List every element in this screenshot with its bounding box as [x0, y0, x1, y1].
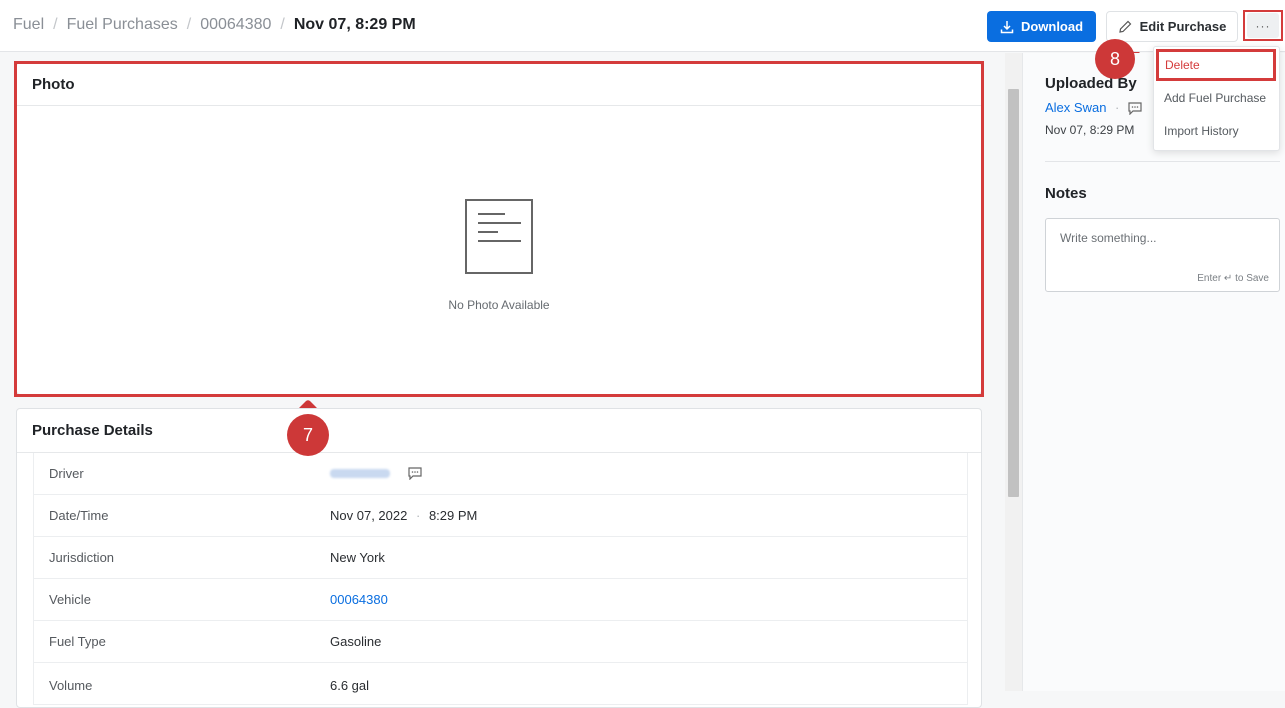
step-marker-7: 7 [287, 414, 329, 456]
no-photo-text: No Photo Available [448, 298, 550, 312]
download-button[interactable]: Download [987, 11, 1096, 42]
menu-item-import-history[interactable]: Import History [1164, 124, 1239, 138]
breadcrumb-fuel-purchases[interactable]: Fuel Purchases [67, 16, 178, 34]
uploader-link[interactable]: Alex Swan [1045, 100, 1106, 115]
detail-label: Fuel Type [49, 634, 106, 649]
notes-input[interactable]: Write something... Enter ↵ to Save [1045, 218, 1280, 292]
detail-row-volume: Volume 6.6 gal [33, 663, 968, 705]
detail-row-datetime: Date/Time Nov 07, 2022 · 8:29 PM [33, 495, 968, 537]
download-label: Download [1020, 19, 1084, 34]
download-icon [1000, 20, 1014, 33]
breadcrumb-separator: / [280, 16, 285, 33]
breadcrumb-vehicle-id[interactable]: 00064380 [200, 16, 271, 34]
message-icon[interactable] [1128, 102, 1142, 116]
message-icon[interactable] [408, 467, 422, 481]
detail-value [330, 465, 422, 481]
document-placeholder-icon [465, 199, 533, 274]
detail-row-fuel-type: Fuel Type Gasoline [33, 621, 968, 663]
purchase-details-card: Purchase Details Driver Date/Time Nov 07… [16, 408, 982, 708]
detail-label: Driver [49, 466, 84, 481]
detail-value: Gasoline [330, 634, 382, 649]
purchase-details-title: Purchase Details [32, 422, 153, 439]
detail-row-vehicle: Vehicle 00064380 [33, 579, 968, 621]
breadcrumb-fuel[interactable]: Fuel [13, 16, 44, 34]
more-options-menu: Delete Add Fuel Purchase Import History [1153, 46, 1280, 151]
detail-label: Jurisdiction [49, 550, 115, 565]
edit-purchase-label: Edit Purchase [1139, 19, 1227, 34]
photo-title: Photo [32, 76, 75, 93]
dot-separator: · [415, 508, 421, 523]
pencil-icon [1118, 20, 1131, 33]
step-marker-8: 8 [1095, 39, 1135, 79]
detail-row-jurisdiction: Jurisdiction New York [33, 537, 968, 579]
vehicle-link[interactable]: 00064380 [330, 592, 388, 607]
divider [1045, 161, 1280, 162]
breadcrumb-separator: / [53, 16, 58, 33]
edit-purchase-button[interactable]: Edit Purchase [1106, 11, 1238, 42]
scrollbar-thumb[interactable] [1008, 89, 1019, 497]
breadcrumb: Fuel / Fuel Purchases / 00064380 / Nov 0… [13, 16, 416, 34]
time-value: 8:29 PM [428, 508, 478, 523]
menu-item-add-fuel-purchase[interactable]: Add Fuel Purchase [1164, 91, 1266, 105]
ellipsis-icon: ··· [1247, 13, 1279, 38]
notes-save-hint: Enter ↵ to Save [1197, 273, 1269, 284]
uploaded-by-title: Uploaded By [1045, 75, 1137, 92]
more-options-button[interactable]: ··· [1243, 10, 1283, 41]
uploader: Alex Swan · [1045, 100, 1142, 116]
breadcrumb-separator: / [186, 16, 192, 33]
detail-value: New York [330, 550, 385, 565]
detail-row-driver: Driver [33, 453, 968, 495]
divider [17, 105, 981, 106]
upload-time: Nov 07, 8:29 PM [1045, 123, 1135, 137]
main-scrollbar[interactable] [1005, 53, 1022, 691]
dot-separator: · [1115, 100, 1120, 115]
detail-label: Date/Time [49, 508, 109, 523]
date-value: Nov 07, 2022 [330, 508, 408, 523]
page-title: Nov 07, 8:29 PM [293, 16, 416, 33]
notes-title: Notes [1045, 185, 1087, 202]
notes-placeholder: Write something... [1060, 231, 1157, 245]
detail-value: Nov 07, 2022 · 8:29 PM [330, 508, 477, 523]
driver-name-redacted[interactable] [330, 469, 390, 479]
top-bar: Fuel / Fuel Purchases / 00064380 / Nov 0… [0, 0, 1285, 52]
menu-item-delete[interactable]: Delete [1156, 49, 1276, 81]
detail-label: Vehicle [49, 592, 91, 607]
